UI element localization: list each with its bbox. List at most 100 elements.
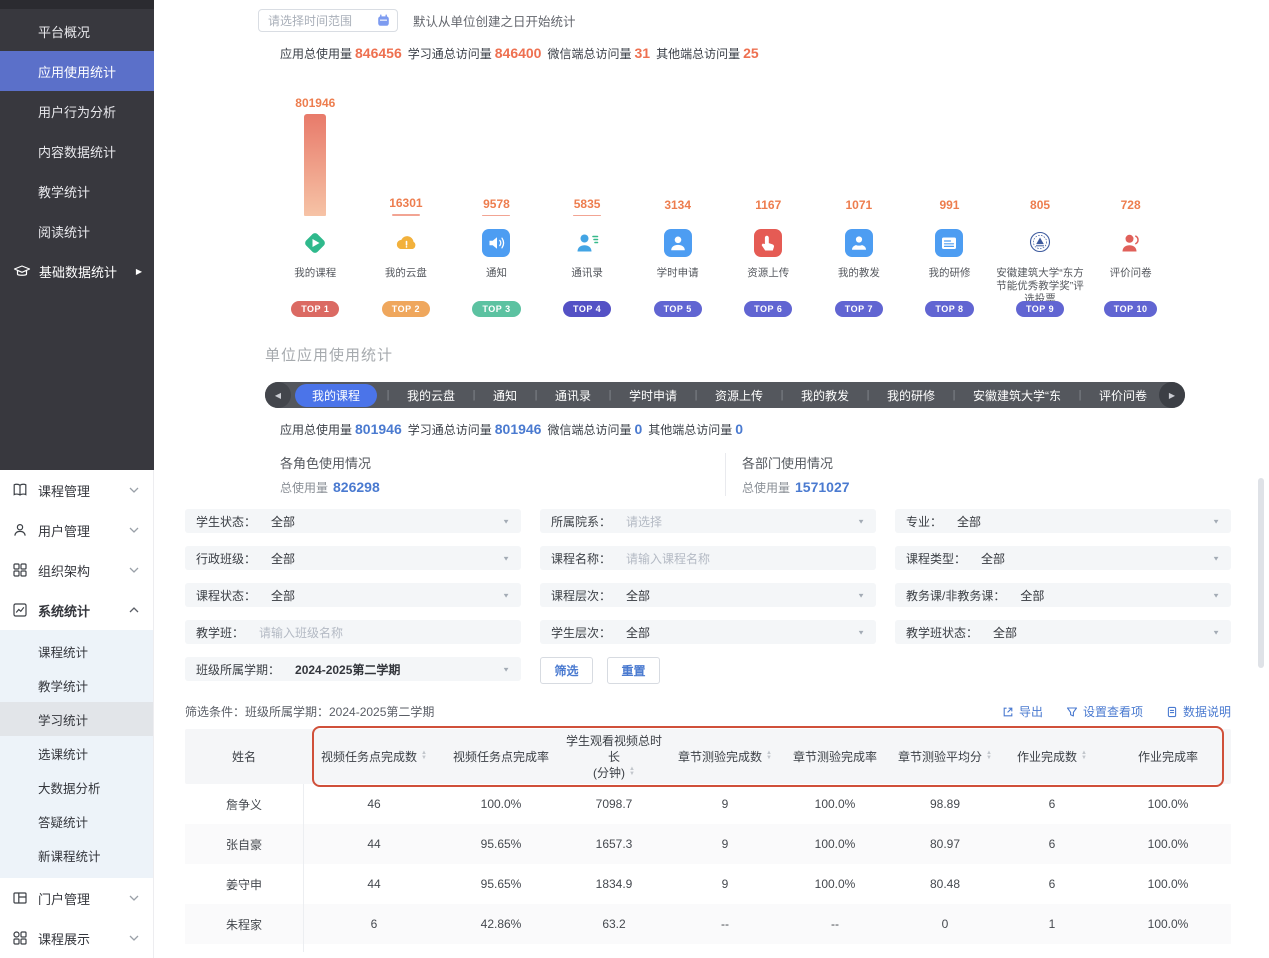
chevron-down-icon (129, 527, 139, 533)
filter-select-课程层次[interactable]: 课程层次：全部▼ (540, 583, 876, 607)
stat-label: 其他端总访问量 (648, 421, 732, 438)
table-row[interactable]: 詹争义46100.0%7098.79100.0%98.896100.0% (185, 784, 1231, 824)
column-header-章节测验完成数[interactable]: 章节测验完成数▲▼ (671, 749, 779, 765)
sidebar-item-内容数据统计[interactable]: 内容数据统计 (0, 131, 154, 171)
filter-button[interactable]: 筛选 (540, 657, 593, 684)
topbar: 请选择时间范围 默认从单位创建之日开始统计 (258, 9, 1231, 32)
sidebar-item-阅读统计[interactable]: 阅读统计 (0, 211, 154, 251)
table-row[interactable]: 姜守申4495.65%1834.99100.0%80.486100.0% (185, 864, 1231, 904)
sidebar-group-组织架构[interactable]: 组织架构 (0, 550, 153, 590)
submenu-item-选课统计[interactable]: 选课统计 (0, 736, 153, 770)
sidebar-item-用户行为分析[interactable]: 用户行为分析 (0, 91, 154, 131)
filter-select-课程状态[interactable]: 课程状态：全部▼ (185, 583, 521, 607)
submenu-item-课程统计[interactable]: 课程统计 (0, 634, 153, 668)
column-header-name[interactable]: 姓名 (185, 749, 303, 765)
column-header-章节测验完成率[interactable]: 章节测验完成率 (779, 749, 891, 765)
filter-select-专业[interactable]: 专业：全部▼ (895, 509, 1231, 533)
sidebar-item-应用使用统计[interactable]: 应用使用统计 (0, 51, 154, 91)
tab-学时申请[interactable]: 学时申请 (621, 384, 685, 407)
submenu-item-新课程统计[interactable]: 新课程统计 (0, 838, 153, 872)
filter-select-教学班状态[interactable]: 教学班状态：全部▼ (895, 620, 1231, 644)
sidebar-group-label: 课程展示 (38, 929, 129, 948)
cell-value: 63.2 (557, 917, 671, 931)
sidebar-group-课程管理[interactable]: 课程管理 (0, 470, 153, 510)
filter-select-学生层次[interactable]: 学生层次：全部▼ (540, 620, 876, 644)
date-range-input[interactable]: 请选择时间范围 (258, 9, 398, 32)
filter-select-学生状态[interactable]: 学生状态：全部▼ (185, 509, 521, 533)
sidebar-group-门户管理[interactable]: 门户管理 (0, 878, 153, 918)
filter-value: 全部 (271, 587, 502, 604)
tab-我的云盘[interactable]: 我的云盘 (399, 384, 463, 407)
chart-item-评价问卷[interactable]: 728评价问卷TOP 10 (1085, 95, 1176, 317)
tab-安徽建筑大学“东[interactable]: 安徽建筑大学“东 (965, 384, 1069, 407)
column-header-作业完成率[interactable]: 作业完成率 (1105, 749, 1231, 765)
sidebar-group-用户管理[interactable]: 用户管理 (0, 510, 153, 550)
link-导出[interactable]: 导出 (1002, 703, 1043, 720)
column-header-作业完成数[interactable]: 作业完成数▲▼ (999, 749, 1105, 765)
submenu-item-大数据分析[interactable]: 大数据分析 (0, 770, 153, 804)
submenu-item-学习统计[interactable]: 学习统计 (0, 702, 153, 736)
submenu-item-答疑统计[interactable]: 答疑统计 (0, 804, 153, 838)
chart-item-label: 通知 (448, 267, 544, 297)
select-arrow-icon: ▼ (857, 628, 865, 635)
filter-select-教务课/非教务课[interactable]: 教务课/非教务课：全部▼ (895, 583, 1231, 607)
stat-value: 0 (634, 421, 642, 437)
bar-value: 728 (1121, 198, 1141, 212)
sidebar-item-label: 平台概况 (38, 22, 90, 41)
sidebar-item-label: 内容数据统计 (38, 142, 116, 161)
sidebar-item-教学统计[interactable]: 教学统计 (0, 171, 154, 211)
filter-select-班级所属学期[interactable]: 班级所属学期：2024-2025第二学期▼ (185, 657, 521, 681)
tab-评价问卷[interactable]: 评价问卷 (1091, 384, 1155, 407)
sidebar-group-系统统计[interactable]: 系统统计 (0, 590, 153, 630)
column-header-视频任务点完成数[interactable]: 视频任务点完成数▲▼ (303, 749, 445, 765)
table-row[interactable]: 张自豪4495.65%1657.39100.0%80.976100.0% (185, 824, 1231, 864)
sidebar-group-课程展示[interactable]: 课程展示 (0, 918, 153, 958)
department-usage-panel: 各部门使用情况 总使用量 1571027 (725, 453, 1231, 496)
cell-value: 0 (891, 917, 999, 931)
bar-zone: 1167 (755, 95, 781, 216)
chart-item-我的教发[interactable]: 1071我的教发TOP 7 (814, 95, 905, 317)
filter-select-课程类型[interactable]: 课程类型：全部▼ (895, 546, 1231, 570)
table-row[interactable]: 朱程家642.86%63.2----01100.0% (185, 904, 1231, 944)
chart-item-通讯录[interactable]: 5835通讯录TOP 4 (542, 95, 633, 317)
reset-button[interactable]: 重置 (607, 657, 660, 684)
sidebar-item-平台概况[interactable]: 平台概况 (0, 11, 154, 51)
link-数据说明[interactable]: 数据说明 (1166, 703, 1231, 720)
table-row[interactable]: 弓延坤49100.0%215.210100.0%994100.0% (185, 944, 1231, 952)
tab-通讯录[interactable]: 通讯录 (547, 384, 599, 407)
link-设置查看项[interactable]: 设置查看项 (1066, 703, 1143, 720)
column-header-学生观看视频总时长[interactable]: 学生观看视频总时长(分钟)▲▼ (557, 733, 671, 781)
tab-我的研修[interactable]: 我的研修 (879, 384, 943, 407)
tab-我的教发[interactable]: 我的教发 (793, 384, 857, 407)
usage-panels: 各角色使用情况 总使用量 826298 各部门使用情况 总使用量 1571027 (185, 453, 1231, 496)
bar-zone: 5835 (573, 95, 601, 216)
badge-zone: TOP 1 (291, 299, 339, 317)
filter-select-所属院系[interactable]: 所属院系：请选择▼ (540, 509, 876, 533)
filter-select-行政班级[interactable]: 行政班级：全部▼ (185, 546, 521, 570)
chart-item-通知[interactable]: 9578通知TOP 3 (451, 95, 542, 317)
chart-icon (12, 602, 28, 618)
chart-item-学时申请[interactable]: 3134学时申请TOP 5 (632, 95, 723, 317)
tab-我的课程[interactable]: 我的课程 (295, 384, 377, 407)
panel-total-label: 总使用量 (742, 479, 790, 496)
filter-value: 全部 (626, 624, 857, 641)
filter-input-教学班[interactable]: 教学班：请输入班级名称 (185, 620, 521, 644)
tab-scroll-left-button[interactable]: ◀ (265, 382, 291, 408)
filter-input-课程名称[interactable]: 课程名称：请输入课程名称 (540, 546, 876, 570)
sort-icon: ▲▼ (986, 751, 992, 761)
tab-scroll-right-button[interactable]: ▶ (1159, 382, 1185, 408)
chart-item-label: 安徽建筑大学“东方节能优秀教学奖”评选投票 (992, 267, 1088, 297)
cell-value: -- (779, 917, 891, 931)
chart-item-我的课程[interactable]: 801946我的课程TOP 1 (270, 95, 361, 317)
tab-通知[interactable]: 通知 (485, 384, 525, 407)
chart-item-资源上传[interactable]: 1167资源上传TOP 6 (723, 95, 814, 317)
submenu-item-教学统计[interactable]: 教学统计 (0, 668, 153, 702)
chart-item-我的云盘[interactable]: 16301我的云盘TOP 2 (361, 95, 452, 317)
sidebar-item-basic-data[interactable]: 基础数据统计 ▶ (0, 251, 154, 291)
tab-资源上传[interactable]: 资源上传 (707, 384, 771, 407)
column-header-视频任务点完成率[interactable]: 视频任务点完成率 (445, 749, 557, 765)
vertical-scrollbar-thumb[interactable] (1258, 478, 1264, 668)
chart-item-我的研修[interactable]: 991我的研修TOP 8 (904, 95, 995, 317)
column-header-章节测验平均分[interactable]: 章节测验平均分▲▼ (891, 749, 999, 765)
chart-item-安徽建筑大学“东方节能优秀教学奖”评选投票[interactable]: 805安徽建筑大学“东方节能优秀教学奖”评选投票TOP 9 (995, 95, 1086, 317)
